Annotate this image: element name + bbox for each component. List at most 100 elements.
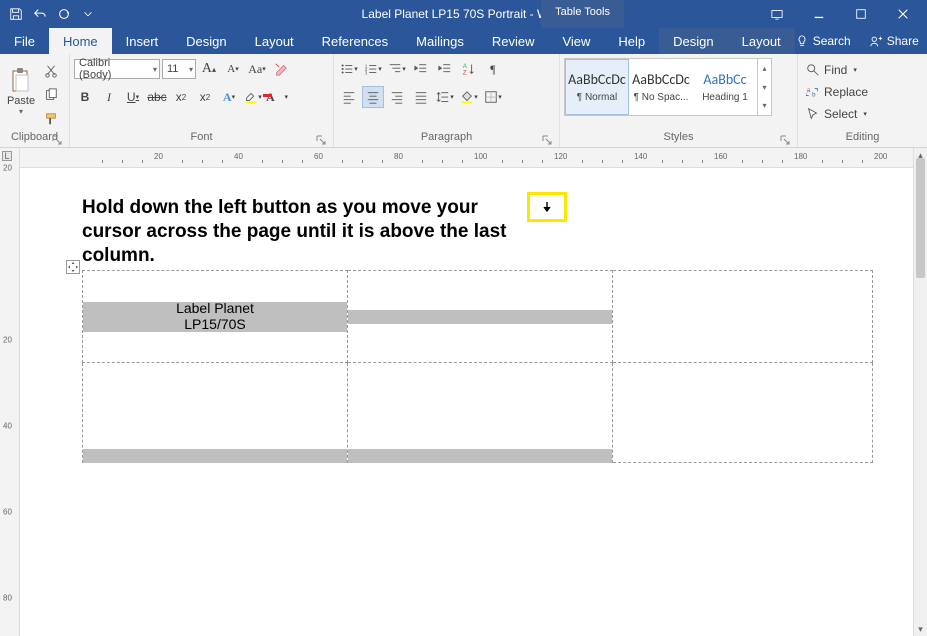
- increase-indent-icon[interactable]: [434, 58, 456, 80]
- styles-dialog-launcher[interactable]: [779, 135, 791, 147]
- table-cell[interactable]: [613, 363, 873, 463]
- styles-scroll-up[interactable]: ▴: [758, 59, 771, 78]
- column-select-cursor-highlight: [527, 192, 567, 222]
- tab-file[interactable]: File: [0, 28, 49, 54]
- shading-icon[interactable]: ▾: [458, 86, 480, 108]
- font-size-combo[interactable]: 11▾: [162, 59, 196, 79]
- editing-group-label: Editing: [846, 131, 880, 143]
- line-spacing-icon[interactable]: ▾: [434, 86, 456, 108]
- table-tools-context: Table Tools: [541, 0, 624, 28]
- styles-scroll-down[interactable]: ▾: [758, 78, 771, 97]
- down-arrow-icon: [541, 201, 553, 213]
- font-color-icon[interactable]: A▾: [266, 86, 288, 108]
- vertical-scrollbar[interactable]: ▴ ▾: [913, 148, 927, 636]
- highlight-color-icon[interactable]: ▾: [242, 86, 264, 108]
- copy-icon[interactable]: [40, 84, 62, 106]
- tab-help[interactable]: Help: [604, 28, 659, 54]
- sort-icon[interactable]: AZ: [458, 58, 480, 80]
- align-right-icon[interactable]: [386, 86, 408, 108]
- clipboard-dialog-launcher[interactable]: [51, 135, 63, 147]
- label-table[interactable]: Label Planet LP15/70S: [82, 270, 873, 463]
- format-painter-icon[interactable]: [40, 108, 62, 130]
- cell-line1: Label Planet: [176, 301, 254, 316]
- title-bar: Label Planet LP15 70S Portrait - Word Ta…: [0, 0, 927, 28]
- table-cell[interactable]: [83, 363, 348, 463]
- style-heading-1[interactable]: AaBbCcHeading 1: [693, 59, 757, 115]
- horizontal-ruler[interactable]: 20406080100120140160180200: [20, 148, 913, 168]
- scroll-thumb[interactable]: [916, 158, 925, 278]
- superscript-button[interactable]: x2: [194, 86, 216, 108]
- tab-mailings[interactable]: Mailings: [402, 28, 478, 54]
- minimize-button[interactable]: [799, 2, 839, 26]
- close-button[interactable]: [883, 2, 923, 26]
- decrease-indent-icon[interactable]: [410, 58, 432, 80]
- borders-icon[interactable]: ▾: [482, 86, 504, 108]
- scroll-down-button[interactable]: ▾: [914, 622, 927, 636]
- bold-button[interactable]: B: [74, 86, 96, 108]
- undo-icon[interactable]: [30, 4, 50, 24]
- text-effects-icon[interactable]: A▾: [218, 86, 240, 108]
- cell-line2: LP15/70S: [184, 317, 246, 332]
- paste-button[interactable]: Paste ▾: [4, 58, 38, 124]
- find-button[interactable]: Find▾: [802, 60, 861, 80]
- clear-formatting-icon[interactable]: [270, 58, 292, 80]
- font-dialog-launcher[interactable]: [315, 135, 327, 147]
- cut-icon[interactable]: [40, 60, 62, 82]
- maximize-button[interactable]: [841, 2, 881, 26]
- ribbon-tabs: File Home Insert Design Layout Reference…: [0, 28, 927, 54]
- save-icon[interactable]: [6, 4, 26, 24]
- paragraph-dialog-launcher[interactable]: [541, 135, 553, 147]
- share-icon: [869, 34, 883, 48]
- underline-button[interactable]: U ▾: [122, 86, 144, 108]
- tab-insert[interactable]: Insert: [112, 28, 173, 54]
- numbering-icon[interactable]: 123▾: [362, 58, 384, 80]
- tell-me-search[interactable]: Search: [795, 34, 851, 48]
- tab-design[interactable]: Design: [172, 28, 240, 54]
- share-button[interactable]: Share: [869, 34, 919, 48]
- tab-view[interactable]: View: [548, 28, 604, 54]
- align-center-icon[interactable]: [362, 86, 384, 108]
- italic-button[interactable]: I: [98, 86, 120, 108]
- search-label: Search: [813, 34, 851, 48]
- shrink-font-icon[interactable]: A▾: [222, 58, 244, 80]
- tab-home[interactable]: Home: [49, 28, 112, 54]
- tab-layout[interactable]: Layout: [241, 28, 308, 54]
- table-cell[interactable]: Label Planet LP15/70S: [83, 271, 348, 363]
- justify-icon[interactable]: [410, 86, 432, 108]
- tab-table-design[interactable]: Design: [659, 28, 727, 54]
- align-left-icon[interactable]: [338, 86, 360, 108]
- style-no-spacing[interactable]: AaBbCcDc¶ No Spac...: [629, 59, 693, 115]
- replace-icon: ab: [806, 85, 820, 99]
- table-cell[interactable]: [348, 271, 613, 363]
- ribbon-display-options-icon[interactable]: [757, 2, 797, 26]
- table-move-handle[interactable]: [66, 260, 80, 274]
- styles-expand[interactable]: ▾: [758, 96, 771, 115]
- lightbulb-icon: [795, 34, 809, 48]
- change-case-icon[interactable]: Aa▾: [246, 58, 268, 80]
- tab-review[interactable]: Review: [478, 28, 549, 54]
- style-normal[interactable]: AaBbCcDc¶ Normal: [565, 59, 629, 115]
- paste-label: Paste: [7, 95, 35, 107]
- styles-gallery[interactable]: AaBbCcDc¶ Normal AaBbCcDc¶ No Spac... Aa…: [564, 58, 772, 116]
- multilevel-list-icon[interactable]: ▾: [386, 58, 408, 80]
- tab-selector[interactable]: L: [2, 151, 12, 161]
- search-icon: [806, 63, 820, 77]
- table-cell[interactable]: [613, 271, 873, 363]
- replace-button[interactable]: abReplace: [802, 82, 872, 102]
- subscript-button[interactable]: x2: [170, 86, 192, 108]
- font-name-combo[interactable]: Calibri (Body)▾: [74, 59, 160, 79]
- qat-customize-icon[interactable]: [78, 4, 98, 24]
- tab-references[interactable]: References: [308, 28, 402, 54]
- show-hide-paragraph-icon[interactable]: ¶: [482, 58, 504, 80]
- svg-text:3: 3: [365, 70, 368, 75]
- ribbon: Paste ▾ Clipboard Calibri (Body)▾ 11▾ A▴…: [0, 54, 927, 148]
- document-canvas[interactable]: Hold down the left button as you move yo…: [20, 168, 913, 636]
- select-button[interactable]: Select▾: [802, 104, 871, 124]
- bullets-icon[interactable]: ▾: [338, 58, 360, 80]
- grow-font-icon[interactable]: A▴: [198, 58, 220, 80]
- redo-icon[interactable]: [54, 4, 74, 24]
- table-cell[interactable]: [348, 363, 613, 463]
- strikethrough-button[interactable]: abc: [146, 86, 168, 108]
- tab-table-layout[interactable]: Layout: [728, 28, 795, 54]
- vertical-ruler[interactable]: L 2020406080: [0, 148, 20, 636]
